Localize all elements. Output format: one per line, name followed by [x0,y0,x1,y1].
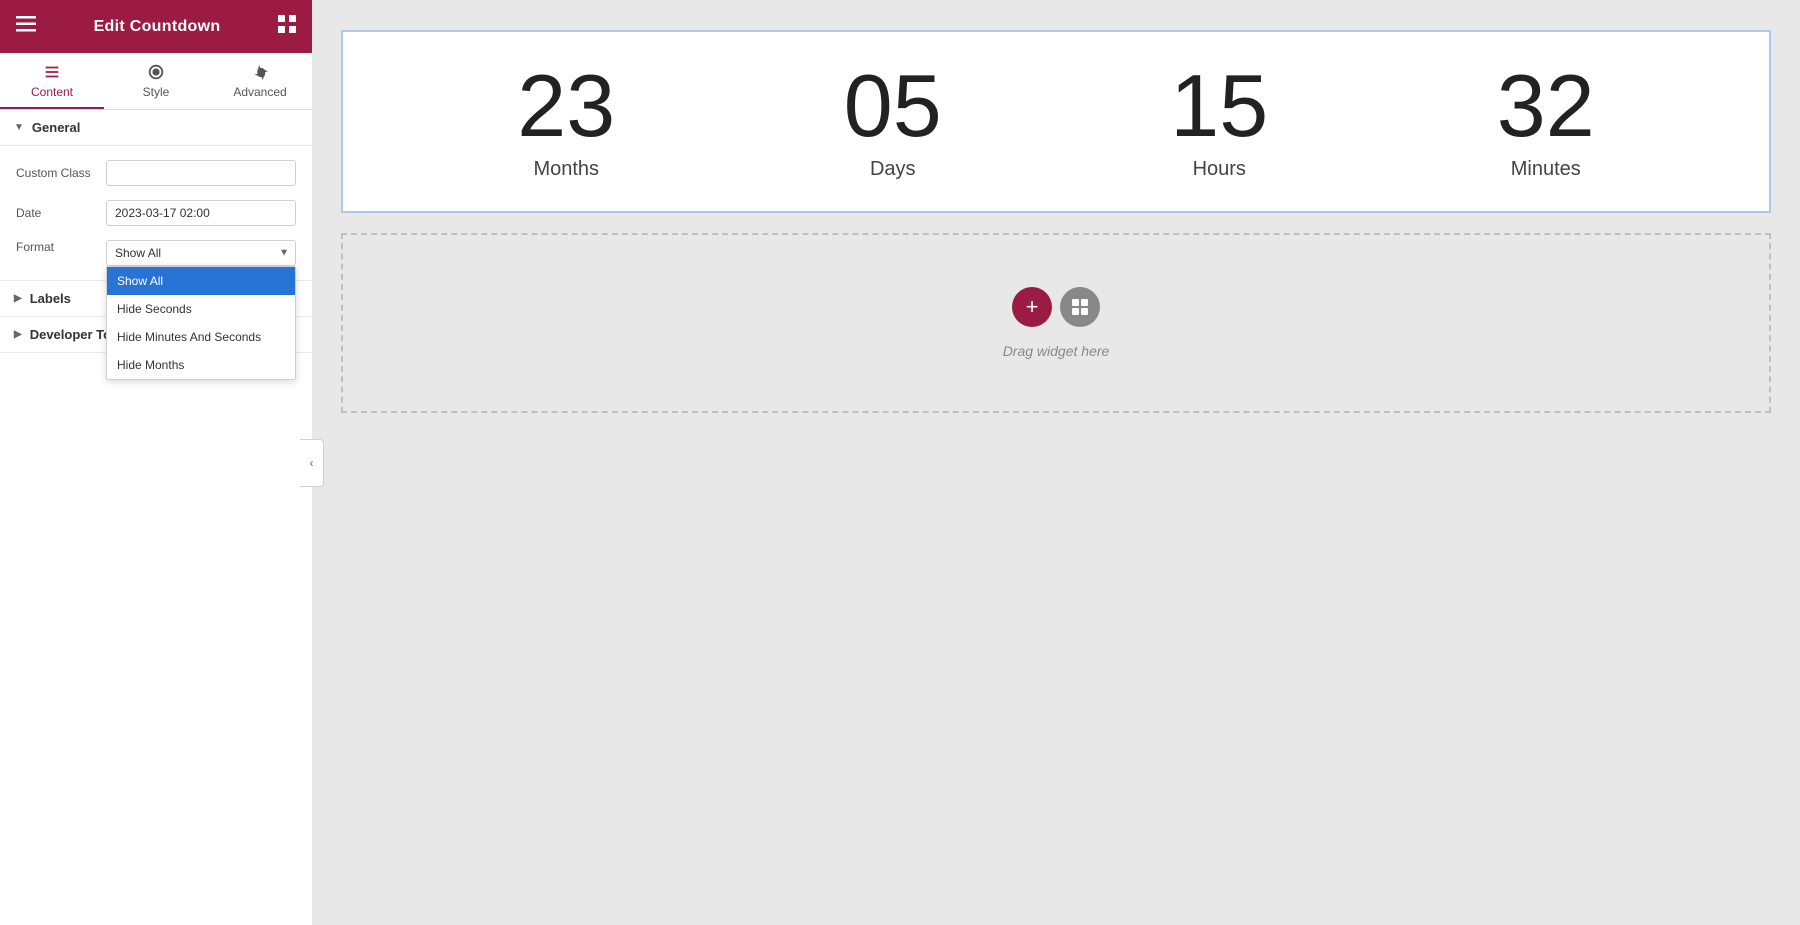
countdown-item-days: 05 Days [844,62,942,181]
sidebar-content: ▼ General Custom Class Date Format Show [0,110,312,925]
countdown-label-hours: Hours [1193,158,1246,181]
dropdown-item-hide-minutes-seconds[interactable]: Hide Minutes And Seconds [107,323,295,351]
countdown-number-hours: 15 [1170,62,1268,150]
sidebar-collapse-button[interactable]: ‹ [300,439,324,487]
sidebar-title: Edit Countdown [94,18,221,36]
countdown-widget: 23 Months 05 Days 15 Hours 32 Minutes [341,30,1771,213]
date-input[interactable] [106,200,296,226]
tab-content-label: Content [31,85,73,99]
format-label: Format [16,240,106,254]
grid-icon[interactable] [278,15,296,38]
countdown-label-minutes: Minutes [1511,158,1581,181]
countdown-number-days: 05 [844,62,942,150]
tab-style[interactable]: Style [104,53,208,109]
drag-buttons: + [1012,287,1100,327]
dropdown-item-show-all[interactable]: Show All [107,267,295,295]
drag-text: Drag widget here [1003,343,1110,359]
date-label: Date [16,206,106,220]
widget-button[interactable] [1060,287,1100,327]
countdown-item-months: 23 Months [517,62,615,181]
section-general-label: General [32,120,80,135]
main-area: 23 Months 05 Days 15 Hours 32 Minutes + [312,0,1800,925]
tab-advanced[interactable]: Advanced [208,53,312,109]
sidebar-header: Edit Countdown [0,0,312,53]
hamburger-icon[interactable] [16,16,36,37]
section-labels-arrow: ▶ [14,293,22,304]
dropdown-item-hide-months[interactable]: Hide Months [107,351,295,379]
format-select-wrapper: Show All ▼ Show All Hide Seconds Hide Mi… [106,240,296,266]
tab-advanced-label: Advanced [233,85,286,99]
countdown-label-months: Months [533,158,599,181]
date-row: Date [16,200,296,226]
custom-class-row: Custom Class [16,160,296,186]
dropdown-item-hide-seconds[interactable]: Hide Seconds [107,295,295,323]
countdown-item-hours: 15 Hours [1170,62,1268,181]
sidebar-tabs: Content Style Advanced [0,53,312,110]
sidebar: Edit Countdown Content Style Advanced [0,0,312,925]
tab-style-label: Style [143,85,170,99]
format-row: Format Show All ▼ Show All Hide Seconds … [16,240,296,266]
drag-widget-area[interactable]: + Drag widget here [341,233,1771,413]
custom-class-label: Custom Class [16,166,106,180]
countdown-item-minutes: 32 Minutes [1497,62,1595,181]
section-labels-label: Labels [30,291,71,306]
format-dropdown-menu: Show All Hide Seconds Hide Minutes And S… [106,266,296,380]
section-general-arrow: ▼ [14,122,24,133]
countdown-label-days: Days [870,158,916,181]
add-widget-button[interactable]: + [1012,287,1052,327]
section-general-body: Custom Class Date Format Show All ▼ [0,146,312,281]
collapse-chevron-icon: ‹ [310,456,314,470]
tab-content[interactable]: Content [0,53,104,109]
countdown-number-minutes: 32 [1497,62,1595,150]
section-general-header[interactable]: ▼ General [0,110,312,146]
countdown-number-months: 23 [517,62,615,150]
custom-class-input[interactable] [106,160,296,186]
section-devtools-arrow: ▶ [14,329,22,340]
